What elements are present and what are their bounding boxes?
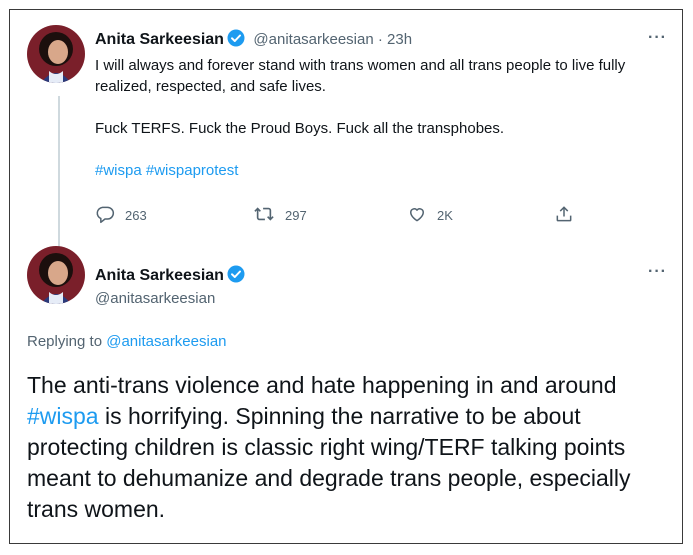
tweet-text: I will always and forever stand with tra… xyxy=(95,55,675,181)
author-handle[interactable]: @anitasarkeesian xyxy=(253,31,373,48)
tweet-text: The anti-trans violence and hate happeni… xyxy=(27,370,677,525)
share-icon xyxy=(554,204,574,227)
verified-badge-icon xyxy=(227,29,245,47)
timestamp[interactable]: 23h xyxy=(387,31,412,48)
author-name[interactable]: Anita Sarkeesian xyxy=(95,267,224,284)
avatar[interactable] xyxy=(27,25,85,83)
replying-prefix: Replying to xyxy=(27,333,107,350)
replying-to-link[interactable]: @anitasarkeesian xyxy=(106,333,226,350)
more-icon[interactable]: ··· xyxy=(648,29,667,47)
separator: · xyxy=(373,31,388,48)
author-name[interactable]: Anita Sarkeesian xyxy=(95,31,224,48)
reply-count: 263 xyxy=(125,208,147,223)
share-button[interactable] xyxy=(554,204,574,227)
tweet-header: Anita Sarkeesian xyxy=(95,265,245,285)
tweet-text-segment: is horrifying. Spinning the narrative to… xyxy=(27,403,631,522)
retweet-icon xyxy=(253,204,275,227)
hashtag-link[interactable]: #wispa xyxy=(27,403,99,429)
author-handle[interactable]: @anitasarkeesian xyxy=(95,290,215,307)
more-icon[interactable]: ··· xyxy=(648,263,667,281)
hashtag-line: #wispa #wispaprotest xyxy=(95,160,675,181)
tweet-text-paragraph: Fuck TERFS. Fuck the Proud Boys. Fuck al… xyxy=(95,120,505,137)
retweet-count: 297 xyxy=(285,208,307,223)
tweet-header: Anita Sarkeesian @anitasarkeesian · 23h xyxy=(95,29,412,49)
verified-badge-icon xyxy=(227,265,245,283)
reply-icon xyxy=(95,204,115,227)
hashtag-link[interactable]: #wispa xyxy=(95,162,142,179)
hashtag-link[interactable]: #wispaprotest xyxy=(146,162,239,179)
replying-to: Replying to @anitasarkeesian xyxy=(27,333,227,350)
tweet-text-segment: The anti-trans violence and hate happeni… xyxy=(27,372,617,398)
retweet-button[interactable]: 297 xyxy=(253,204,307,227)
like-count: 2K xyxy=(437,208,453,223)
thread-line xyxy=(58,96,60,256)
reply-button[interactable]: 263 xyxy=(95,204,147,227)
like-button[interactable]: 2K xyxy=(407,204,453,227)
tweet-text-paragraph: I will always and forever stand with tra… xyxy=(95,57,626,95)
avatar[interactable] xyxy=(27,246,85,304)
tweet-thread-card: Anita Sarkeesian @anitasarkeesian · 23h … xyxy=(9,9,683,544)
like-icon xyxy=(407,204,427,227)
tweet-actions: 263 297 2K xyxy=(95,204,595,228)
